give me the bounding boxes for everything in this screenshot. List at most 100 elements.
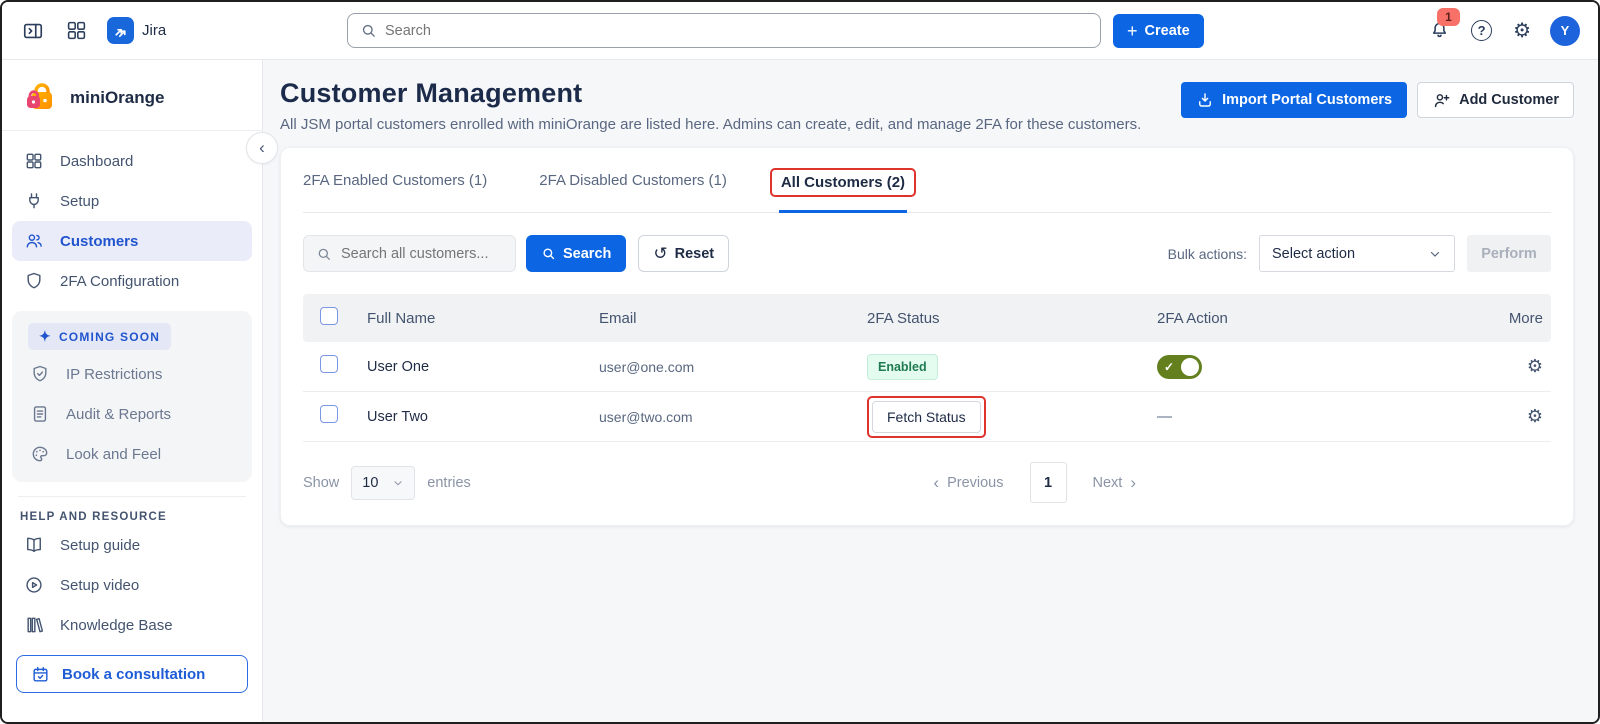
add-user-icon <box>1432 91 1451 110</box>
chevron-left-icon: ‹ <box>933 473 939 493</box>
page-subtitle: All JSM portal customers enrolled with m… <box>280 116 1141 133</box>
global-search-input[interactable] <box>385 23 1088 39</box>
check-icon: ✓ <box>1164 360 1174 374</box>
topbar-left: Jira <box>20 17 347 44</box>
page-size-value: 10 <box>362 475 378 491</box>
previous-page-button[interactable]: ‹ Previous <box>933 473 1003 493</box>
tab-label: 2FA Disabled Customers (1) <box>539 172 727 189</box>
page-size-select[interactable]: 10 <box>351 466 415 500</box>
row-settings-button[interactable]: ⚙ <box>1527 356 1543 377</box>
sidebar-item-setup-guide[interactable]: Setup guide <box>2 525 262 565</box>
column-header-2fa-status: 2FA Status <box>867 310 1157 327</box>
customers-table: Full Name Email 2FA Status 2FA Action Mo… <box>303 294 1551 442</box>
app-window: Jira + Create 1 ? ⚙ Y <box>0 0 1600 724</box>
search-icon <box>541 246 556 261</box>
shield-icon <box>24 271 44 291</box>
chevron-down-icon <box>1428 247 1442 261</box>
customer-name: User One <box>367 359 599 375</box>
current-page-indicator[interactable]: 1 <box>1030 462 1067 503</box>
column-header-2fa-action: 2FA Action <box>1157 310 1487 327</box>
search-icon <box>360 22 377 39</box>
search-button-label: Search <box>563 246 611 262</box>
sidebar-collapse-button[interactable]: ‹ <box>246 132 278 164</box>
coming-soon-label: COMING SOON <box>59 330 160 344</box>
tab-2fa-enabled-customers[interactable]: 2FA Enabled Customers (1) <box>303 172 487 212</box>
search-icon <box>316 246 332 262</box>
help-button[interactable]: ? <box>1469 18 1494 43</box>
customers-search-input[interactable] <box>341 246 503 262</box>
customers-icon <box>24 231 44 251</box>
miniorange-logo-icon <box>22 80 58 116</box>
previous-label: Previous <box>947 475 1003 491</box>
add-customer-label: Add Customer <box>1459 92 1559 108</box>
reset-icon: ↺ <box>653 244 667 264</box>
book-consultation-button[interactable]: Book a consultation <box>16 655 248 693</box>
gear-icon: ⚙ <box>1527 406 1543 426</box>
calendar-icon <box>31 665 50 684</box>
2fa-toggle-on[interactable]: ✓ <box>1157 355 1202 379</box>
table-toolbar: Search ↺ Reset Bulk actions: Select acti… <box>303 235 1551 272</box>
customer-email: user@two.com <box>599 409 867 425</box>
sidebar-item-ip-restrictions[interactable]: IP Restrictions <box>18 354 246 394</box>
import-portal-customers-button[interactable]: Import Portal Customers <box>1181 82 1407 118</box>
column-header-email: Email <box>599 310 867 327</box>
table-row: User One user@one.com Enabled ✓ ⚙ <box>303 342 1551 392</box>
avatar[interactable]: Y <box>1550 16 1580 46</box>
row-checkbox[interactable] <box>320 355 338 373</box>
reset-button[interactable]: ↺ Reset <box>638 235 729 272</box>
tab-2fa-disabled-customers[interactable]: 2FA Disabled Customers (1) <box>539 172 727 212</box>
chevron-right-icon: › <box>1130 473 1136 493</box>
next-page-button[interactable]: Next › <box>1093 473 1137 493</box>
sidebar-item-setup[interactable]: Setup <box>12 181 252 221</box>
jira-brand[interactable]: Jira <box>107 17 166 44</box>
sidebar-item-audit-reports[interactable]: Audit & Reports <box>18 394 246 434</box>
pagination: Show 10 entries ‹ Previous 1 Next <box>303 462 1551 503</box>
fetch-status-button[interactable]: Fetch Status <box>872 401 981 433</box>
palette-icon <box>30 444 50 464</box>
status-badge: Enabled <box>867 354 938 380</box>
customer-email: user@one.com <box>599 359 867 375</box>
perform-button[interactable]: Perform <box>1467 235 1551 272</box>
select-all-checkbox[interactable] <box>320 307 338 325</box>
app-switcher-icon[interactable] <box>64 18 89 43</box>
sidebar-item-customers[interactable]: Customers <box>12 221 252 261</box>
page-actions: Import Portal Customers Add Customer <box>1181 78 1574 118</box>
row-settings-button[interactable]: ⚙ <box>1527 406 1543 427</box>
bulk-actions-group: Bulk actions: Select action Perform <box>1168 235 1551 272</box>
search-button[interactable]: Search <box>526 235 626 272</box>
sidebar-item-label: 2FA Configuration <box>60 273 179 290</box>
global-search[interactable] <box>347 13 1101 48</box>
show-label: Show <box>303 475 339 491</box>
notifications-button[interactable]: 1 <box>1427 18 1452 43</box>
next-label: Next <box>1093 475 1123 491</box>
bulk-action-select[interactable]: Select action <box>1259 235 1455 272</box>
help-section-title: HELP AND RESOURCE <box>2 511 262 523</box>
settings-button[interactable]: ⚙ <box>1511 19 1533 43</box>
sidebar-toggle-icon[interactable] <box>20 18 46 44</box>
sidebar-item-label: Knowledge Base <box>60 617 173 634</box>
create-button[interactable]: + Create <box>1113 14 1204 48</box>
sidebar-item-setup-video[interactable]: Setup video <box>2 565 262 605</box>
customers-search[interactable] <box>303 235 516 272</box>
table-header-row: Full Name Email 2FA Status 2FA Action Mo… <box>303 294 1551 342</box>
tabs: 2FA Enabled Customers (1) 2FA Disabled C… <box>303 148 1551 213</box>
add-customer-button[interactable]: Add Customer <box>1417 82 1574 118</box>
customer-name: User Two <box>367 409 599 425</box>
sidebar-item-dashboard[interactable]: Dashboard <box>12 141 252 181</box>
tab-all-customers[interactable]: All Customers (2) <box>779 172 907 212</box>
sidebar-item-label: Look and Feel <box>66 446 161 463</box>
jira-logo-icon <box>107 17 134 44</box>
sidebar: miniOrange ‹ Dashboard Setup Customers <box>2 60 263 724</box>
sidebar-item-2fa-configuration[interactable]: 2FA Configuration <box>12 261 252 301</box>
row-checkbox[interactable] <box>320 405 338 423</box>
sidebar-item-knowledge-base[interactable]: Knowledge Base <box>2 605 262 645</box>
chevron-left-icon: ‹ <box>259 138 265 158</box>
plugin-brand: miniOrange <box>2 60 262 130</box>
sidebar-item-label: Setup video <box>60 577 139 594</box>
sidebar-item-look-and-feel[interactable]: Look and Feel <box>18 434 246 474</box>
gear-icon: ⚙ <box>1513 21 1531 41</box>
customers-card: 2FA Enabled Customers (1) 2FA Disabled C… <box>280 147 1574 526</box>
bulk-action-value: Select action <box>1272 246 1355 262</box>
no-action-dash: — <box>1157 408 1172 425</box>
plugin-brand-name: miniOrange <box>70 88 164 108</box>
